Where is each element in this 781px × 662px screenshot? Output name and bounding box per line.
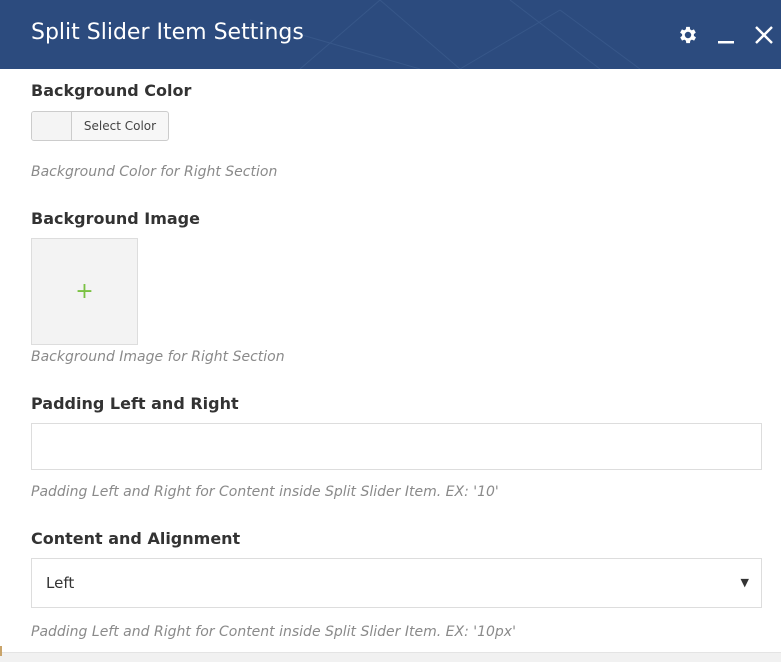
chevron-down-icon[interactable]: ▼: [741, 576, 749, 589]
background-color-description: Background Color for Right Section: [31, 164, 278, 180]
plus-icon: +: [75, 278, 94, 304]
alignment-label: Content and Alignment: [31, 529, 241, 548]
modal-body: Background Color Select Color Background…: [0, 69, 781, 662]
add-image-button[interactable]: +: [31, 238, 138, 345]
color-swatch[interactable]: [32, 112, 72, 140]
background-color-label: Background Color: [31, 81, 192, 100]
background-image-label: Background Image: [31, 209, 200, 228]
edge-marker: [0, 646, 2, 656]
header-actions: [675, 0, 781, 69]
alignment-select[interactable]: Left ▼: [31, 558, 762, 608]
modal-header: Split Slider Item Settings: [0, 0, 781, 69]
minimize-icon[interactable]: [713, 22, 739, 48]
color-picker-button[interactable]: Select Color: [31, 111, 169, 141]
settings-modal: Split Slider Item Settings Background Co…: [0, 0, 781, 662]
close-icon[interactable]: [751, 22, 777, 48]
modal-footer-strip: [0, 652, 781, 662]
select-color-label[interactable]: Select Color: [72, 112, 168, 140]
padding-label: Padding Left and Right: [31, 394, 239, 413]
modal-title: Split Slider Item Settings: [31, 20, 304, 45]
gear-icon[interactable]: [675, 22, 701, 48]
alignment-selected-value[interactable]: Left: [46, 574, 74, 592]
padding-input[interactable]: [31, 423, 762, 470]
padding-description: Padding Left and Right for Content insid…: [31, 484, 499, 500]
alignment-description: Padding Left and Right for Content insid…: [31, 624, 516, 640]
background-image-description: Background Image for Right Section: [31, 349, 285, 365]
